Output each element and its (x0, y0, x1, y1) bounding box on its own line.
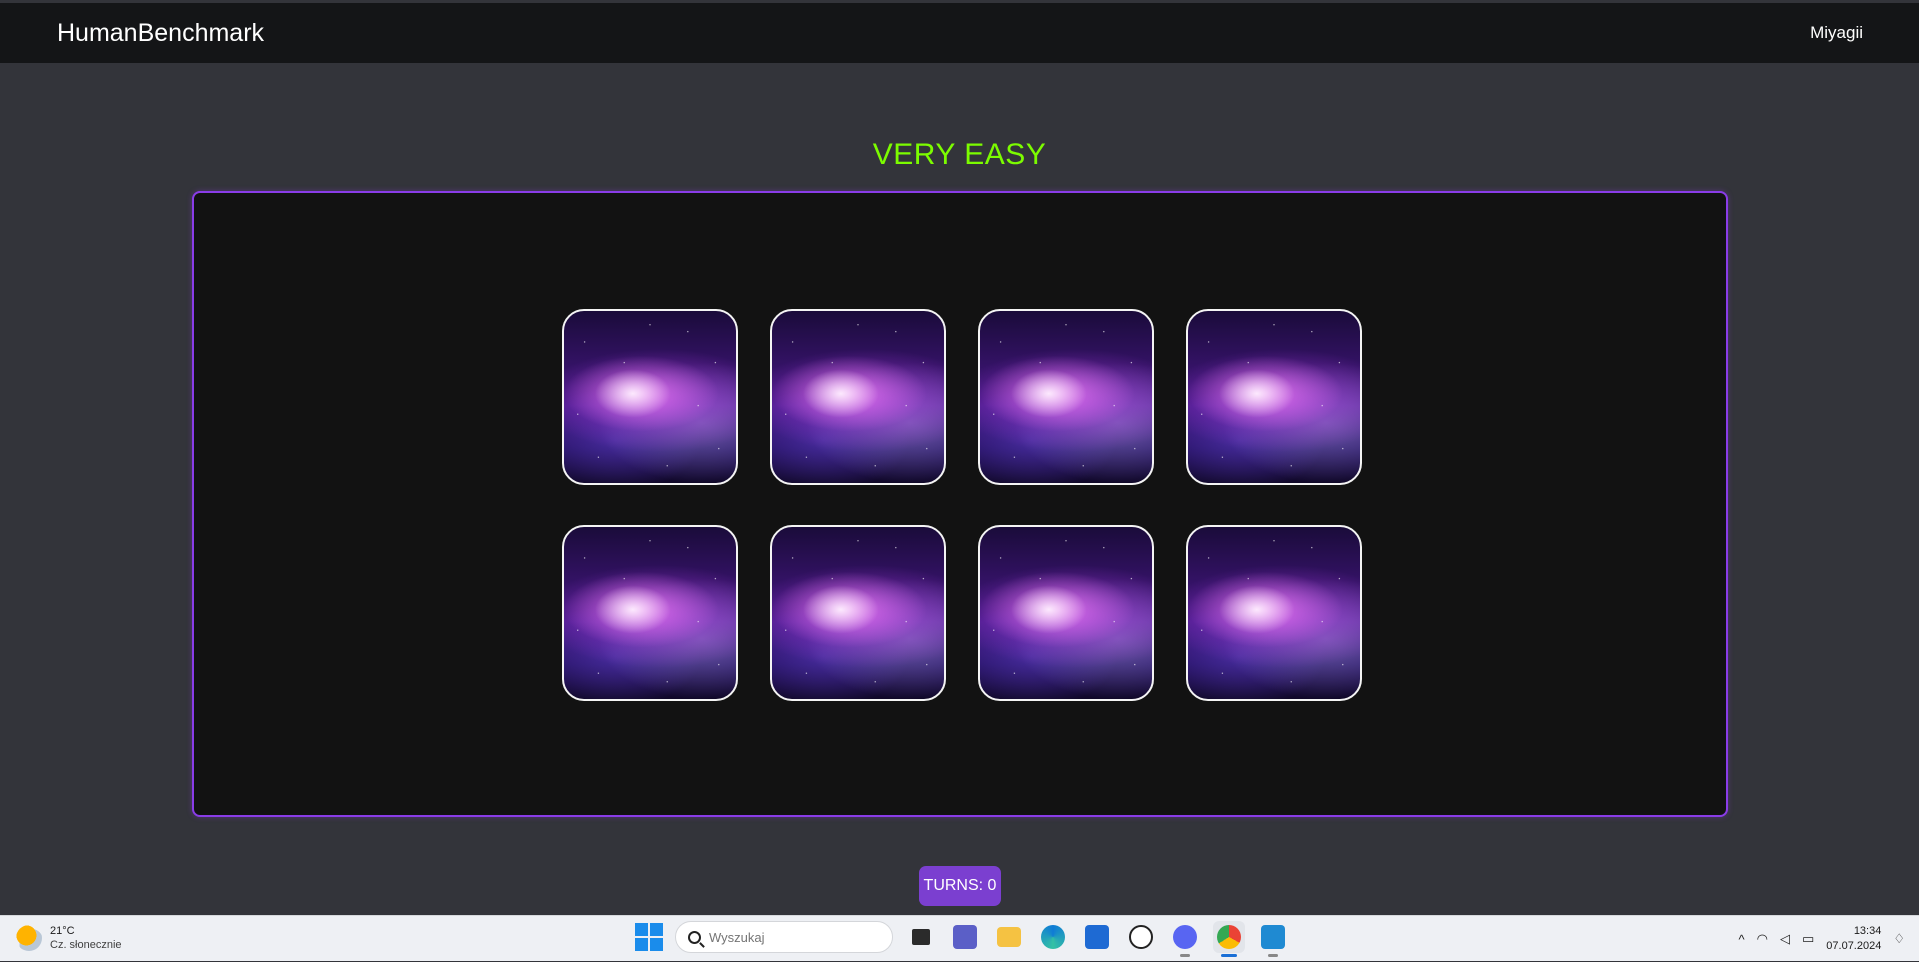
task-view-icon[interactable] (905, 921, 937, 953)
top-navbar: HumanBenchmark Miyagii (0, 3, 1919, 63)
store-icon[interactable] (1081, 921, 1113, 953)
card-grid (562, 309, 1362, 701)
weather-widget[interactable]: 21°C Cz. słonecznie (16, 924, 122, 952)
clock-time: 13:34 (1853, 925, 1882, 937)
dell-icon[interactable] (1125, 921, 1157, 953)
taskbar-search[interactable] (675, 921, 893, 953)
windows-taskbar: 21°C Cz. słonecznie Wyszukaj ^ ◠ ◁ ▭ 13:… (0, 915, 1919, 961)
memory-card[interactable] (978, 525, 1154, 701)
edge-icon[interactable] (1037, 921, 1069, 953)
discord-icon[interactable] (1169, 921, 1201, 957)
battery-icon[interactable]: ▭ (1802, 931, 1814, 947)
vscode-icon[interactable] (1257, 921, 1289, 957)
memory-card[interactable] (562, 309, 738, 485)
brand-logo[interactable]: HumanBenchmark (57, 19, 264, 48)
system-tray: ^ ◠ ◁ ▭ 13:34 07.07.2024 ♢ (1739, 916, 1919, 962)
chrome-icon[interactable] (1213, 921, 1245, 957)
memory-card[interactable] (1186, 525, 1362, 701)
memory-card[interactable] (770, 525, 946, 701)
turns-counter: TURNS: 0 (919, 866, 1001, 906)
file-explorer-icon[interactable] (993, 921, 1025, 953)
clock-date: 07.07.2024 (1826, 940, 1882, 952)
wifi-icon[interactable]: ◠ (1757, 931, 1768, 947)
clock[interactable]: 13:34 07.07.2024 (1826, 924, 1881, 954)
weather-temperature: 21°C (50, 925, 75, 937)
partly-sunny-icon (16, 925, 42, 951)
memory-card[interactable] (562, 525, 738, 701)
teams-icon[interactable] (949, 921, 981, 953)
search-input[interactable] (709, 929, 859, 945)
chevron-up-icon[interactable]: ^ (1739, 932, 1745, 947)
difficulty-title: VERY EASY (872, 138, 1047, 171)
search-icon (688, 930, 701, 944)
memory-card[interactable] (1186, 309, 1362, 485)
game-board (192, 191, 1728, 817)
user-menu[interactable]: Miyagii (1810, 23, 1863, 43)
windows-start-icon[interactable] (635, 923, 663, 951)
volume-icon[interactable]: ◁ (1780, 931, 1790, 947)
weather-description: Cz. słonecznie (50, 939, 122, 951)
memory-card[interactable] (978, 309, 1154, 485)
memory-card[interactable] (770, 309, 946, 485)
notification-bell-icon[interactable]: ♢ (1893, 931, 1905, 947)
